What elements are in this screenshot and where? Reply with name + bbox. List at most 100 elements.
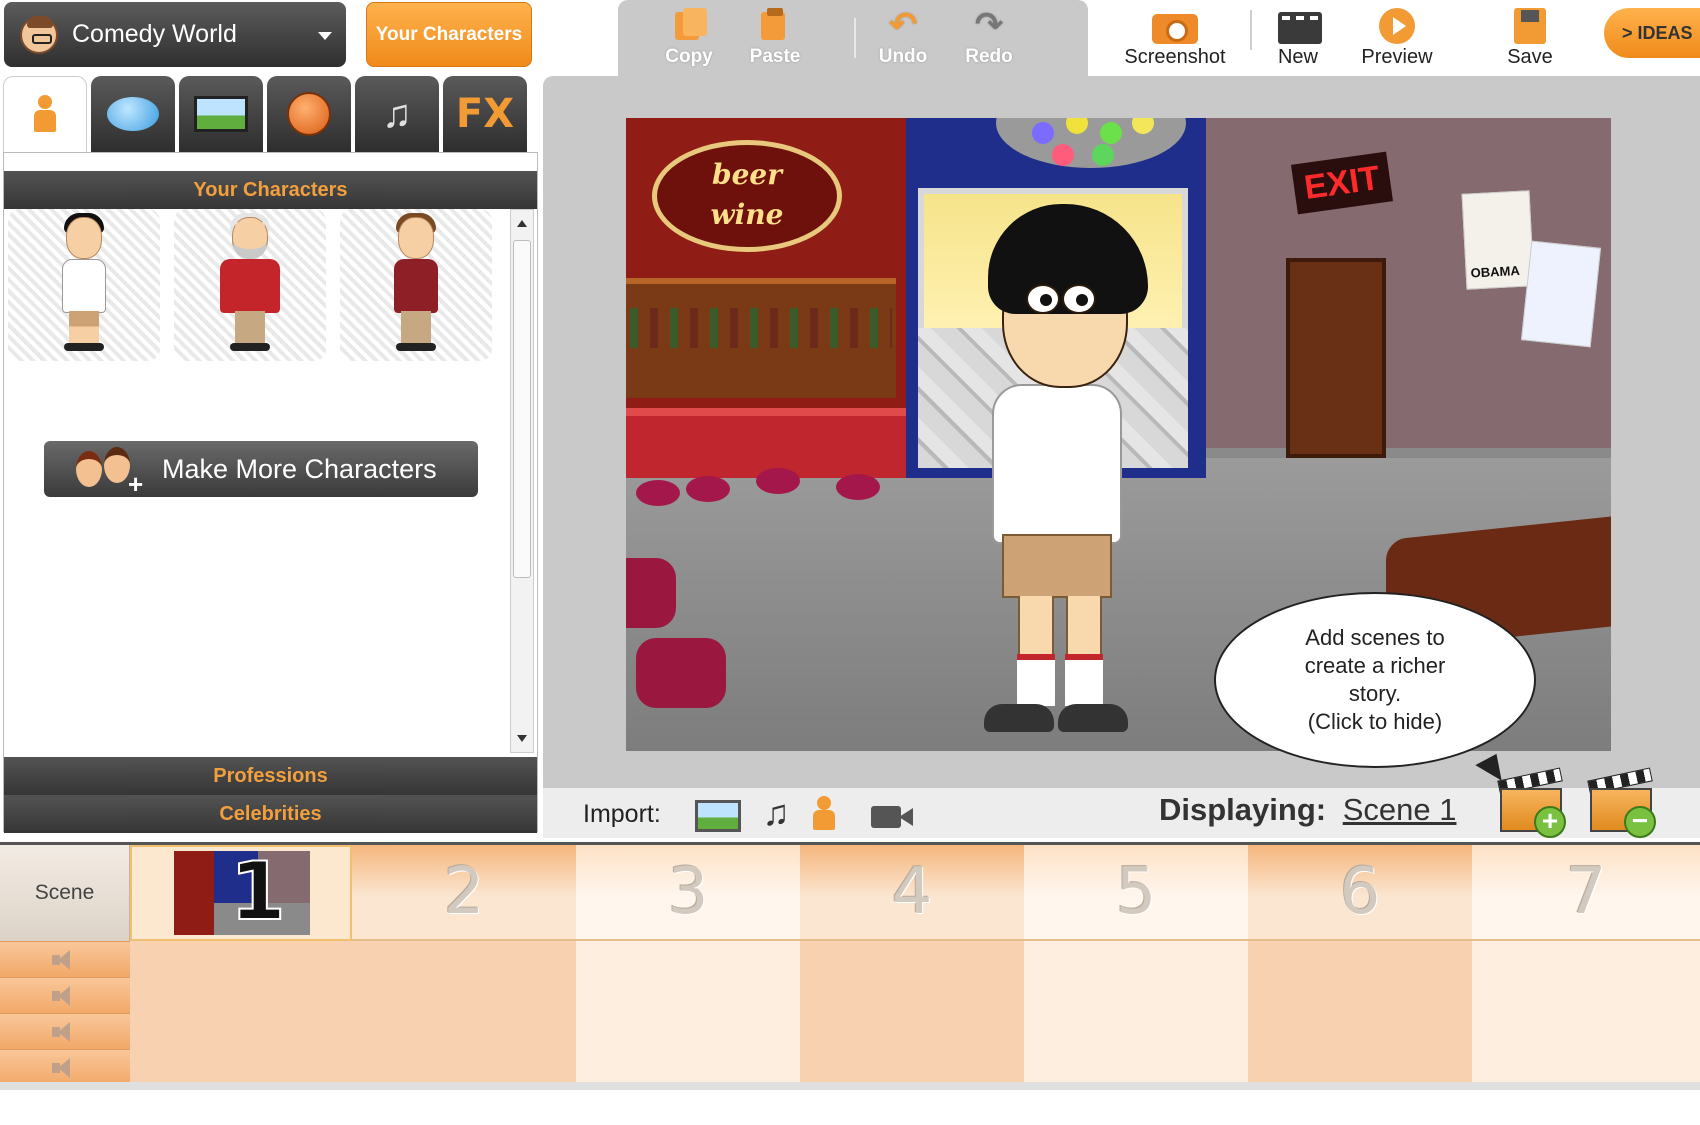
scene-row-header: Scene [0,845,130,941]
import-character-icon[interactable] [803,794,849,832]
theme-label: Comedy World [72,20,237,48]
current-scene-link[interactable]: Scene 1 [1343,792,1457,827]
poster: OBAMA [1461,190,1535,290]
music-note-icon: ♫ [382,92,412,136]
section-celebrities[interactable]: Celebrities [4,795,537,833]
plus-icon: + [1534,806,1566,838]
copy-icon [669,8,709,42]
character-figure [44,209,124,359]
tab-characters[interactable] [3,76,87,152]
edit-toolbar: Copy Paste ↶ Undo ↷ Redo [618,0,1088,76]
remove-scene-button[interactable]: − [1584,766,1662,838]
displaying-indicator: Displaying: Scene 1 [1159,792,1456,828]
audio-track-header[interactable] [0,1013,130,1049]
play-icon [1377,8,1417,44]
toolbar-divider [854,18,856,58]
character-figure [376,209,456,359]
character-figure [205,209,295,359]
add-scene-button[interactable]: + [1494,766,1572,838]
import-music-icon[interactable]: ♫ [753,794,799,832]
speaker-icon [50,1056,80,1080]
scene-audio-column[interactable] [352,941,576,1083]
tip-line: create a richer [1304,653,1446,678]
section-your-characters[interactable]: Your Characters [4,171,537,209]
import-video-icon[interactable] [869,794,915,832]
scene-slot-4[interactable]: 4 [800,845,1024,941]
landscape-icon [194,96,248,132]
preview-button[interactable]: Preview [1327,8,1467,69]
poster [1520,240,1602,348]
main-character[interactable] [962,204,1162,734]
screenshot-button[interactable]: Screenshot [1105,8,1245,69]
character-tile[interactable] [8,209,160,361]
tab-backgrounds[interactable] [179,76,263,152]
scene-audio-column[interactable] [800,941,1024,1083]
copy-button[interactable]: Copy [654,8,724,68]
asset-tabs: ♫ FX [3,76,536,152]
your-characters-button[interactable]: Your Characters [366,2,532,67]
character-tile[interactable] [174,209,326,361]
redo-label: Redo [965,46,1013,67]
basketball-icon [287,92,331,136]
tab-effects[interactable]: FX [443,76,527,152]
scroll-down-arrow-icon[interactable] [517,735,527,742]
scene-audio-column[interactable] [1248,941,1472,1083]
new-label: New [1277,46,1318,68]
asset-panel: Your Characters + Make More Characters P… [3,152,538,833]
scene-audio-column[interactable] [1024,941,1248,1083]
audio-track-header[interactable] [0,1049,130,1085]
scene-thumbnail[interactable]: 1 [174,851,310,935]
speaker-icon [50,1020,80,1044]
tab-props[interactable] [267,76,351,152]
scene-slot-7[interactable]: 7 [1472,845,1700,941]
theme-selector[interactable]: Comedy World [4,2,346,67]
plus-icon: + [128,469,144,499]
scene-audio-column[interactable] [576,941,800,1083]
character-tile[interactable] [340,209,492,361]
redo-button[interactable]: ↷ Redo [954,8,1024,68]
paste-button[interactable]: Paste [740,8,810,68]
import-label: Import: [583,800,661,828]
scene-slot-5[interactable]: 5 [1024,845,1248,941]
audio-track-header[interactable] [0,941,130,977]
displaying-label: Displaying: [1159,792,1327,827]
section-professions[interactable]: Professions [4,757,537,795]
import-background-icon[interactable] [695,800,741,832]
scene-slot-3[interactable]: 3 [576,845,800,941]
timeline: Scene 1 2 3 4 5 6 7 [0,842,1700,1085]
make-more-label: Make More Characters [162,453,437,484]
scroll-up-arrow-icon[interactable] [517,220,527,227]
character-list-scrollbar[interactable] [510,209,534,753]
beer-wine-sign: beer wine [652,140,842,252]
scene-tip-bubble[interactable]: Add scenes to create a richer story. (Cl… [1214,592,1536,768]
scene-slot-1[interactable]: 1 [130,845,352,941]
tab-dialog[interactable] [91,76,175,152]
minus-icon: − [1624,806,1656,838]
bottom-strip [0,1082,1700,1090]
undo-icon: ↶ [888,6,918,44]
preview-label: Preview [1361,46,1433,68]
scrollbar-thumb[interactable] [513,240,531,578]
paste-icon [755,8,795,42]
tab-music[interactable]: ♫ [355,76,439,152]
redo-icon: ↷ [974,6,1004,44]
scene-slot-2[interactable]: 2 [352,845,576,941]
save-button[interactable]: Save [1460,8,1600,69]
ideas-button[interactable]: > IDEAS [1604,8,1700,58]
door [1286,258,1386,458]
screenshot-label: Screenshot [1124,46,1226,68]
scene-audio-column[interactable] [1472,941,1700,1083]
scene-slot-6[interactable]: 6 [1248,845,1472,941]
person-icon [28,94,62,135]
chevron-down-icon [318,32,332,40]
tip-line: (Click to hide) [1307,709,1443,734]
scene-audio-column[interactable] [130,941,352,1083]
poster-text: OBAMA [1470,262,1521,281]
audio-track-header[interactable] [0,977,130,1013]
paste-label: Paste [749,46,801,67]
camera-icon [1152,8,1198,44]
undo-button[interactable]: ↶ Undo [868,8,938,68]
make-more-characters-button[interactable]: + Make More Characters [44,441,478,499]
caveman-face-icon [20,15,58,54]
speech-bubble-icon [107,97,159,131]
